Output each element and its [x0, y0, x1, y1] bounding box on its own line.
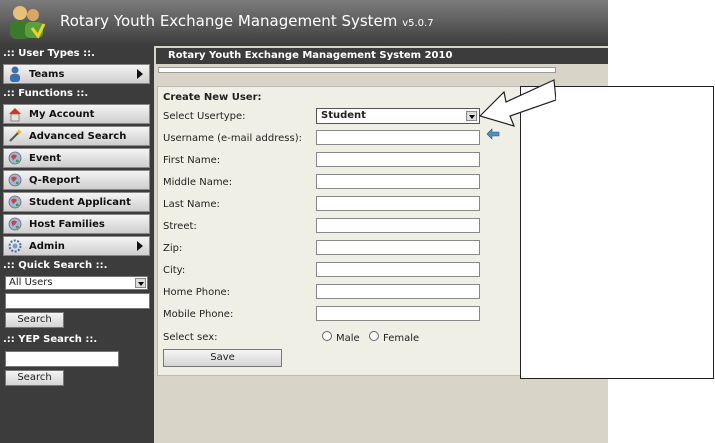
sidebar-item-student-applicant[interactable]: Student Applicant: [3, 192, 150, 212]
quick-search-button[interactable]: Search: [5, 312, 64, 328]
form-heading: Create New User:: [163, 92, 262, 103]
sex-label: Select sex:: [163, 332, 218, 343]
house-icon: [7, 106, 23, 122]
sidebar-item-q-report[interactable]: Q-Report: [3, 170, 150, 190]
quick-search-input[interactable]: [5, 293, 150, 309]
chevron-right-icon: [137, 241, 143, 251]
content-title: Rotary Youth Exchange Management System …: [156, 48, 608, 64]
chevron-right-icon: [137, 69, 143, 79]
globe-icon: [7, 172, 23, 188]
globe-icon: [7, 150, 23, 166]
sidebar-item-label: My Account: [29, 108, 95, 120]
first-name-label: First Name:: [163, 155, 221, 166]
save-button[interactable]: Save: [163, 349, 282, 367]
chevron-down-icon[interactable]: [135, 278, 146, 288]
yep-search-button[interactable]: Search: [5, 370, 64, 386]
annotation-arrow-icon: [478, 79, 556, 127]
sidebar-item-teams[interactable]: Teams: [3, 64, 150, 84]
sidebar-item-label: Q-Report: [29, 174, 81, 186]
last-name-label: Last Name:: [163, 199, 220, 210]
zip-label: Zip:: [163, 243, 183, 254]
middle-name-input[interactable]: [316, 174, 480, 189]
quick-search-usertype-select[interactable]: All Users: [5, 276, 148, 290]
sidebar-item-admin[interactable]: Admin: [3, 236, 150, 256]
usertype-label: Select Usertype:: [163, 111, 246, 122]
yep-search-title: .:: YEP Search ::.: [3, 334, 98, 345]
male-label: Male: [336, 333, 360, 344]
zip-input[interactable]: [316, 240, 480, 255]
quick-search-select-value: All Users: [9, 277, 53, 288]
usertype-select[interactable]: Student: [316, 108, 480, 124]
gear-icon: [7, 238, 23, 254]
city-input[interactable]: [316, 262, 480, 277]
app-header: Rotary Youth Exchange Management System …: [0, 0, 608, 46]
app-title-text: Rotary Youth Exchange Management System: [60, 12, 398, 30]
female-label: Female: [383, 333, 420, 344]
quick-search-title: .:: Quick Search ::.: [3, 260, 108, 271]
username-label: Username (e-mail address):: [163, 133, 302, 144]
street-label: Street:: [163, 221, 197, 232]
user-types-title: .:: User Types ::.: [3, 48, 95, 59]
app-version: v5.0.7: [402, 18, 434, 29]
progress-bar: [158, 67, 556, 73]
last-name-input[interactable]: [316, 196, 480, 211]
street-input[interactable]: [316, 218, 480, 233]
sidebar-item-label: Host Families: [29, 218, 105, 230]
person-icon: [7, 66, 23, 82]
home-phone-label: Home Phone:: [163, 287, 231, 298]
sidebar-item-advanced-search[interactable]: Advanced Search: [3, 126, 150, 146]
globe-icon: [7, 216, 23, 232]
sidebar-item-label: Admin: [29, 240, 65, 252]
mobile-phone-input[interactable]: [316, 306, 480, 321]
male-radio[interactable]: [322, 331, 332, 341]
mobile-phone-label: Mobile Phone:: [163, 309, 234, 320]
sidebar-item-my-account[interactable]: My Account: [3, 104, 150, 124]
functions-title: .:: Functions ::.: [3, 88, 89, 99]
home-phone-input[interactable]: [316, 284, 480, 299]
sidebar-item-event[interactable]: Event: [3, 148, 150, 168]
sidebar-item-label: Student Applicant: [29, 196, 131, 208]
magic-wand-icon: [7, 128, 23, 144]
sidebar: .:: User Types ::. Teams .:: Functions :…: [0, 46, 154, 443]
first-name-input[interactable]: [316, 152, 480, 167]
username-input[interactable]: [316, 130, 480, 145]
yep-search-input[interactable]: [5, 351, 119, 367]
users-logo-icon: [10, 6, 46, 39]
middle-name-label: Middle Name:: [163, 177, 233, 188]
sidebar-item-label: Teams: [29, 68, 65, 80]
female-radio[interactable]: [369, 331, 379, 341]
city-label: City:: [163, 265, 186, 276]
sidebar-item-label: Advanced Search: [29, 130, 127, 142]
usertype-select-value: Student: [321, 110, 366, 121]
sidebar-item-host-families[interactable]: Host Families: [3, 214, 150, 234]
sidebar-item-label: Event: [29, 152, 62, 164]
globe-icon: [7, 194, 23, 210]
app-title: Rotary Youth Exchange Management System …: [60, 12, 434, 30]
